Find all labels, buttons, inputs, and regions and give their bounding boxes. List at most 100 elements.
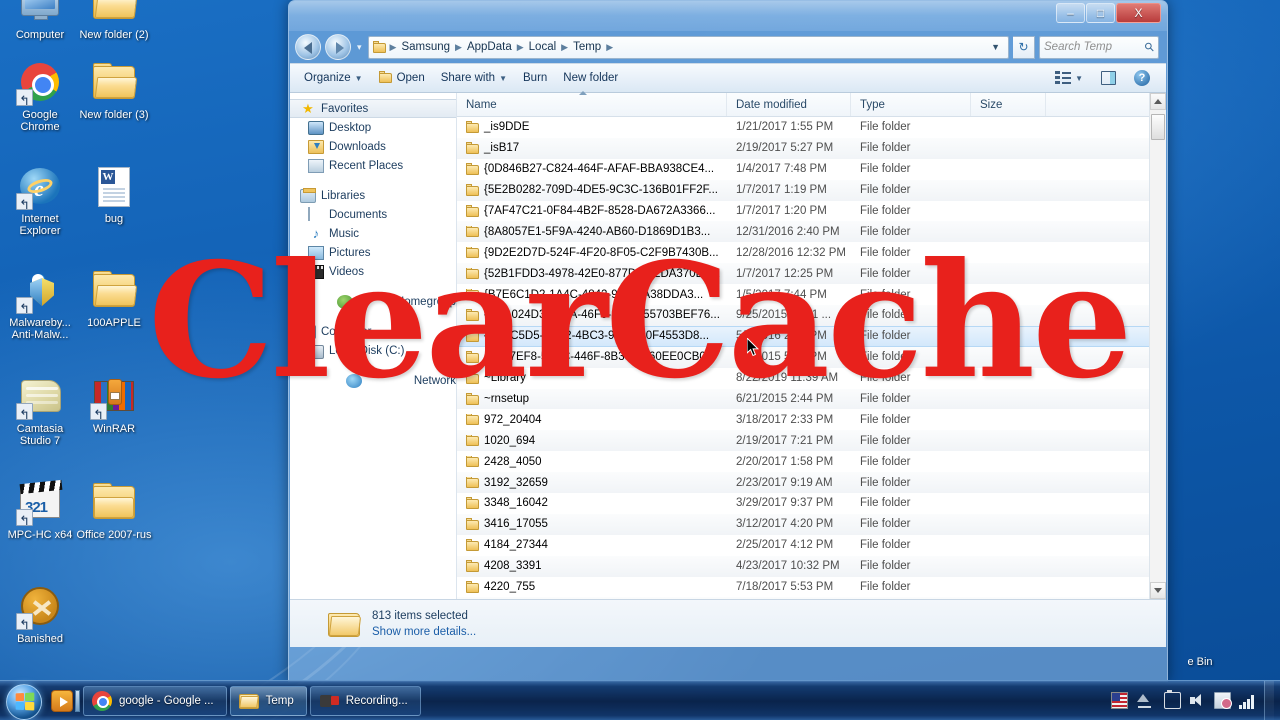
help-button[interactable]: ? bbox=[1126, 66, 1158, 90]
taskbar-item-temp[interactable]: Temp bbox=[229, 685, 307, 716]
recent-pages-chevron-icon[interactable]: ▾ bbox=[357, 42, 362, 53]
battery-icon[interactable] bbox=[1164, 690, 1181, 709]
table-row[interactable]: 4632_176432/26/2017 4:30 PMFile folder bbox=[457, 597, 1149, 599]
breadcrumb-appdata[interactable]: AppData bbox=[464, 41, 515, 53]
table-row[interactable]: 1020_694 2/19/2017 7:21 PM File folder bbox=[457, 430, 1149, 452]
quick-launch-media-player[interactable] bbox=[50, 684, 80, 718]
table-row[interactable]: ~Library 8/22/2019 11:39 AM File folder bbox=[457, 368, 1149, 389]
column-header-date-modified[interactable]: Date modified bbox=[727, 93, 851, 116]
file-rows[interactable]: _is9DDE 1/21/2017 1:55 PM File folder _isB1… bbox=[457, 117, 1149, 599]
sidebar-item-documents[interactable]: Documents bbox=[290, 205, 456, 224]
system-tray[interactable] bbox=[1111, 681, 1280, 720]
desktop-icon-bug[interactable]: W bug bbox=[76, 162, 152, 225]
show-more-details-link[interactable]: Show more details... bbox=[372, 624, 476, 640]
maximize-button[interactable]: □ bbox=[1086, 3, 1115, 23]
table-row[interactable]: {B7E6C1D2-1A4C-4842-9F3B-A38DDA3... 1/5/2… bbox=[457, 284, 1149, 305]
signal-bars-icon[interactable] bbox=[1239, 692, 1256, 709]
taskbar-item-recording[interactable]: Recording... bbox=[309, 685, 421, 716]
table-row[interactable]: {5E2B0282-709D-4DE5-9C3C-136B01FF2F... 1/… bbox=[457, 179, 1149, 201]
sidebar-item-videos[interactable]: Videos bbox=[290, 262, 456, 281]
table-row[interactable]: 4220_755 7/18/2017 5:53 PM File folder bbox=[457, 577, 1149, 598]
sidebar-item-downloads[interactable]: Downloads bbox=[290, 137, 456, 156]
column-header-type[interactable]: Type bbox=[851, 93, 971, 116]
desktop-icon-recycle-bin[interactable]: e Bin bbox=[1162, 656, 1238, 668]
window-titlebar[interactable]: – □ X bbox=[289, 1, 1167, 31]
address-dropdown-icon[interactable]: ▼ bbox=[985, 42, 1006, 52]
address-bar[interactable]: ▶ Samsung ▶ AppData ▶ Local ▶ Temp ▶ ▼ bbox=[367, 35, 1009, 59]
table-row[interactable]: 2428_4050 2/20/2017 1:58 PM File folder bbox=[457, 451, 1149, 472]
change-view-button[interactable]: ▼ bbox=[1047, 67, 1091, 89]
share-with-button[interactable]: Share with ▼ bbox=[433, 68, 515, 88]
sidebar-item-local-disk-c[interactable]: Local Disk (C:) bbox=[290, 341, 456, 360]
sidebar-item-music[interactable]: ♪ Music bbox=[290, 224, 456, 243]
taskbar-item-chrome[interactable]: google - Google ... bbox=[83, 685, 227, 716]
scrollbar-thumb[interactable] bbox=[1151, 114, 1165, 140]
table-row[interactable]: 3348_16042 3/29/2017 9:37 PM File folder bbox=[457, 493, 1149, 514]
table-row[interactable]: {52B1FDD3-4978-42E0-877D-17EDA370EA... 1/… bbox=[457, 263, 1149, 285]
scroll-up-button[interactable] bbox=[1150, 93, 1166, 110]
table-row[interactable]: {CAA024D3-6B2A-46F5-8BE1-55703BEF76... 9/… bbox=[457, 305, 1149, 326]
navigation-pane[interactable]: ★ Favorites Desktop Downloads Recent Pla… bbox=[290, 93, 457, 599]
vertical-scrollbar[interactable] bbox=[1149, 93, 1166, 599]
sidebar-item-favorites[interactable]: ★ Favorites bbox=[290, 99, 456, 118]
sidebar-item-recent-places[interactable]: Recent Places bbox=[290, 156, 456, 175]
table-row[interactable]: {7AF47C21-0F84-4B2F-8528-DA672A3366... 1/… bbox=[457, 201, 1149, 222]
column-header-name[interactable]: Name bbox=[457, 91, 727, 116]
desktop-icon-computer[interactable]: Computer bbox=[2, 0, 78, 41]
desktop-icon-internet-explorer[interactable]: e Internet Explorer bbox=[2, 162, 78, 237]
breadcrumb-temp[interactable]: Temp bbox=[570, 41, 604, 53]
desktop-icon-office-2007-rus[interactable]: Office 2007-rus bbox=[76, 478, 152, 541]
desktop-icon-malwarebytes[interactable]: Malwareby... Anti-Malw... bbox=[2, 266, 78, 341]
desktop-icon-winrar[interactable]: WinRAR bbox=[76, 372, 152, 435]
desktop-icon-100apple[interactable]: 100APPLE bbox=[76, 266, 152, 329]
table-row[interactable]: {DE5C5D5-A1B2-4BC3-90C7-00F4553D8... 5/9/… bbox=[457, 325, 1149, 347]
organize-button[interactable]: Organize ▼ bbox=[296, 68, 371, 88]
start-button[interactable] bbox=[2, 682, 50, 720]
search-input[interactable]: Search Temp ⚲ bbox=[1039, 35, 1159, 59]
sidebar-item-desktop[interactable]: Desktop bbox=[290, 118, 456, 137]
action-center-flag-icon[interactable] bbox=[1214, 692, 1232, 709]
preview-pane-button[interactable] bbox=[1093, 67, 1124, 89]
table-row[interactable]: ~rnsetup 6/21/2015 2:44 PM File folder bbox=[457, 388, 1149, 410]
desktop-icon-mpc-hc[interactable]: 321 MPC-HC x64 bbox=[2, 478, 78, 541]
desktop-icon-camtasia-studio-7[interactable]: Camtasia Studio 7 bbox=[2, 372, 78, 447]
table-row[interactable]: 4208_3391 4/23/2017 10:32 PM File folder bbox=[457, 555, 1149, 577]
scrollbar-track[interactable] bbox=[1150, 110, 1166, 582]
table-row[interactable]: {8A8057E1-5F9A-4240-AB60-D1869D1B3... 12/… bbox=[457, 221, 1149, 243]
table-row[interactable]: 972_20404 3/18/2017 2:33 PM File folder bbox=[457, 409, 1149, 430]
network-icon[interactable] bbox=[1136, 692, 1153, 709]
sidebar-item-homegroup[interactable]: Homegroup bbox=[290, 292, 456, 311]
explorer-window[interactable]: – □ X ▾ ▶ Samsung ▶ AppData ▶ Local ▶ Te… bbox=[288, 0, 1168, 682]
desktop-icon-google-chrome[interactable]: Google Chrome bbox=[2, 58, 78, 133]
breadcrumb-samsung[interactable]: Samsung bbox=[398, 41, 453, 53]
new-folder-button[interactable]: New folder bbox=[555, 68, 626, 88]
scroll-down-button[interactable] bbox=[1150, 582, 1166, 599]
sidebar-item-network[interactable]: Network bbox=[290, 371, 456, 390]
minimize-button[interactable]: – bbox=[1056, 3, 1085, 23]
close-button[interactable]: X bbox=[1116, 3, 1161, 23]
table-row[interactable]: 3192_32659 2/23/2017 9:19 AM File folder bbox=[457, 472, 1149, 494]
table-row[interactable]: _is9DDE 1/21/2017 1:55 PM File folder bbox=[457, 117, 1149, 138]
table-row[interactable]: {0D846B27-C824-464F-AFAF-BBA938CE4... 1/4… bbox=[457, 159, 1149, 180]
refresh-button[interactable]: ↻ bbox=[1013, 35, 1035, 59]
desktop-icon-new-folder-3[interactable]: New folder (3) bbox=[76, 58, 152, 121]
show-desktop-button[interactable] bbox=[1264, 681, 1274, 720]
column-header-size[interactable]: Size bbox=[971, 93, 1046, 116]
file-list-pane[interactable]: Name Date modified Type Size _is9DDE 1/21… bbox=[457, 91, 1149, 599]
sidebar-item-pictures[interactable]: Pictures bbox=[290, 243, 456, 262]
sidebar-item-computer[interactable]: Computer bbox=[290, 322, 456, 341]
table-row[interactable]: {9D2E2D7D-524F-4F20-8F05-C2F9B7430B... 12… bbox=[457, 242, 1149, 263]
table-row[interactable]: _isB17 2/19/2017 5:27 PM File folder bbox=[457, 137, 1149, 159]
language-bar-icon[interactable] bbox=[1111, 692, 1128, 709]
table-row[interactable]: {E3A7EF8-5D1C-446F-8B35-E160EE0CB0... 3/1… bbox=[457, 346, 1149, 368]
taskbar[interactable]: google - Google ... Temp Recording... bbox=[0, 680, 1280, 720]
volume-icon[interactable] bbox=[1189, 692, 1206, 709]
sidebar-item-libraries[interactable]: Libraries bbox=[290, 186, 456, 205]
breadcrumb-local[interactable]: Local bbox=[526, 41, 560, 53]
forward-button[interactable] bbox=[325, 34, 351, 60]
open-button[interactable]: Open bbox=[371, 68, 433, 88]
table-row[interactable]: 4184_27344 2/25/2017 4:12 PM File folder bbox=[457, 535, 1149, 556]
desktop-icon-banished[interactable]: Banished bbox=[2, 582, 78, 645]
burn-button[interactable]: Burn bbox=[515, 68, 555, 88]
back-button[interactable] bbox=[295, 34, 321, 60]
